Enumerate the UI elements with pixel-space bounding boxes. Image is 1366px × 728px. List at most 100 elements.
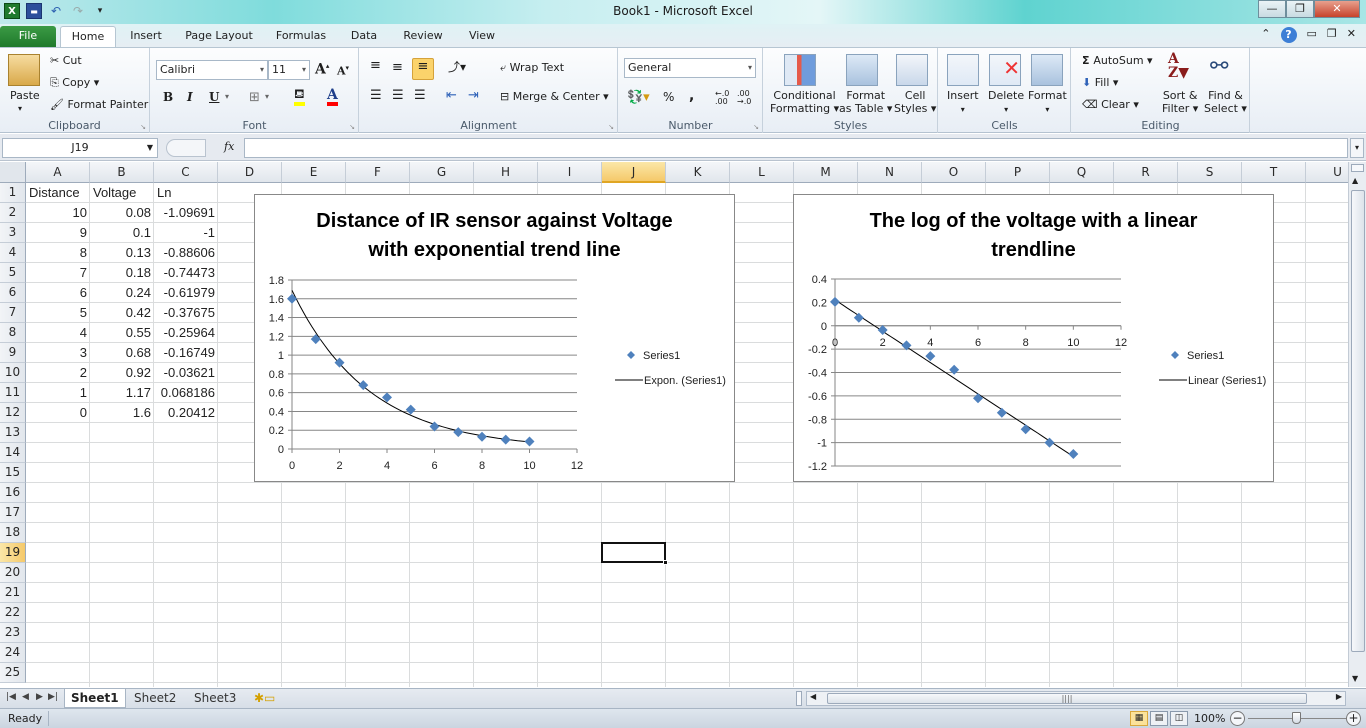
- workbook-restore-icon[interactable]: ❐: [1327, 27, 1337, 43]
- paste-dropdown-icon[interactable]: ▾: [18, 104, 22, 113]
- clipboard-launcher-icon[interactable]: ↘: [140, 123, 146, 131]
- bold-button[interactable]: B: [163, 90, 173, 104]
- delete-cells-icon[interactable]: ✕: [989, 54, 1021, 86]
- page-layout-view-button[interactable]: ▤: [1150, 711, 1168, 726]
- comma-button[interactable]: ,: [689, 88, 694, 104]
- first-sheet-icon[interactable]: |◀: [6, 692, 16, 702]
- table-cell[interactable]: -0.37675: [154, 303, 218, 323]
- insert-function-button[interactable]: fx: [224, 140, 234, 153]
- alignment-launcher-icon[interactable]: ↘: [608, 123, 614, 131]
- zoom-level[interactable]: 100%: [1194, 712, 1225, 725]
- format-cells-icon[interactable]: [1031, 54, 1063, 86]
- column-header-g[interactable]: G: [410, 162, 474, 183]
- row-header-12[interactable]: 12: [0, 403, 26, 423]
- row-header-8[interactable]: 8: [0, 323, 26, 343]
- table-cell[interactable]: 0.24: [90, 283, 154, 303]
- row-header-14[interactable]: 14: [0, 443, 26, 463]
- percent-button[interactable]: %: [663, 90, 674, 104]
- row-header-6[interactable]: 6: [0, 283, 26, 303]
- borders-icon[interactable]: ⊞: [249, 90, 260, 105]
- font-launcher-icon[interactable]: ↘: [349, 123, 355, 131]
- underline-button[interactable]: U: [209, 90, 219, 104]
- tab-view[interactable]: View: [460, 26, 504, 47]
- help-icon[interactable]: ?: [1280, 27, 1297, 43]
- binoculars-icon[interactable]: ⚯: [1210, 54, 1228, 79]
- column-header-h[interactable]: H: [474, 162, 538, 183]
- formula-bar-splitter[interactable]: [166, 139, 206, 157]
- number-launcher-icon[interactable]: ↘: [753, 123, 759, 131]
- workbook-close-icon[interactable]: ✕: [1347, 27, 1356, 43]
- table-cell[interactable]: -0.16749: [154, 343, 218, 363]
- column-header-i[interactable]: I: [538, 162, 602, 183]
- decrease-indent-icon[interactable]: ⇤: [446, 88, 457, 103]
- fill-color-icon[interactable]: ⛾: [294, 88, 305, 106]
- row-header-3[interactable]: 3: [0, 223, 26, 243]
- table-cell[interactable]: 2: [26, 363, 90, 383]
- row-header-13[interactable]: 13: [0, 423, 26, 443]
- row-header-17[interactable]: 17: [0, 503, 26, 523]
- sheet-tab-sheet2[interactable]: Sheet2: [128, 689, 182, 708]
- table-cell[interactable]: 4: [26, 323, 90, 343]
- select-all-button[interactable]: [0, 162, 26, 183]
- zoom-out-button[interactable]: −: [1230, 711, 1245, 726]
- table-cell[interactable]: 0: [26, 403, 90, 423]
- merge-center-button[interactable]: ⊟ Merge & Center ▾: [500, 90, 609, 103]
- table-cell[interactable]: -0.88606: [154, 243, 218, 263]
- table-cell[interactable]: -0.25964: [154, 323, 218, 343]
- row-header-19[interactable]: 19: [0, 543, 26, 563]
- italic-button[interactable]: I: [187, 90, 193, 104]
- horizontal-scroll-thumb[interactable]: ||||: [827, 693, 1307, 704]
- row-header-5[interactable]: 5: [0, 263, 26, 283]
- column-header-b[interactable]: B: [90, 162, 154, 183]
- scroll-left-icon[interactable]: ◀: [810, 692, 816, 701]
- minimize-button[interactable]: —: [1258, 0, 1286, 18]
- accounting-format-icon[interactable]: 💱▾: [627, 90, 650, 105]
- row-header-9[interactable]: 9: [0, 343, 26, 363]
- table-cell[interactable]: -0.03621: [154, 363, 218, 383]
- column-header-t[interactable]: T: [1242, 162, 1306, 183]
- last-sheet-icon[interactable]: ▶|: [48, 692, 58, 702]
- column-header-j[interactable]: J: [602, 162, 666, 183]
- table-cell[interactable]: -0.74473: [154, 263, 218, 283]
- active-cell-selection[interactable]: [601, 542, 668, 565]
- insert-sheet-icon[interactable]: ✱▭: [248, 689, 281, 708]
- row-header-23[interactable]: 23: [0, 623, 26, 643]
- column-header-u[interactable]: U: [1306, 162, 1348, 183]
- format-as-table-button[interactable]: Format as Table ▾: [839, 89, 892, 115]
- row-header-7[interactable]: 7: [0, 303, 26, 323]
- zoom-slider-thumb[interactable]: [1292, 712, 1301, 724]
- borders-dropdown-icon[interactable]: ▾: [265, 92, 269, 101]
- column-header-l[interactable]: L: [730, 162, 794, 183]
- shrink-font-button[interactable]: A▾: [337, 63, 349, 78]
- column-header-s[interactable]: S: [1178, 162, 1242, 183]
- cell-styles-icon[interactable]: [896, 54, 928, 86]
- restore-button[interactable]: ❐: [1286, 0, 1314, 18]
- table-cell[interactable]: 0.068186: [154, 383, 218, 403]
- chart-1[interactable]: Distance of IR sensor against Voltage wit…: [254, 194, 735, 482]
- row-header-16[interactable]: 16: [0, 483, 26, 503]
- tab-split-handle[interactable]: [796, 691, 802, 706]
- table-cell[interactable]: 0.1: [90, 223, 154, 243]
- table-header-cell[interactable]: Distance: [26, 183, 90, 203]
- align-top-icon[interactable]: ≡: [370, 58, 381, 73]
- paste-button[interactable]: Paste: [10, 89, 40, 102]
- conditional-formatting-icon[interactable]: [784, 54, 816, 86]
- table-cell[interactable]: 6: [26, 283, 90, 303]
- table-cell[interactable]: 0.18: [90, 263, 154, 283]
- name-box[interactable]: J19 ▼: [2, 138, 158, 158]
- table-cell[interactable]: 9: [26, 223, 90, 243]
- row-header-22[interactable]: 22: [0, 603, 26, 623]
- split-box[interactable]: [1351, 164, 1364, 172]
- table-cell[interactable]: 0.55: [90, 323, 154, 343]
- clear-button[interactable]: ⌫ Clear ▾: [1082, 98, 1139, 111]
- row-header-4[interactable]: 4: [0, 243, 26, 263]
- cell-styles-button[interactable]: Cell Styles ▾: [894, 89, 936, 115]
- tab-page-layout[interactable]: Page Layout: [180, 26, 258, 47]
- increase-decimal-button[interactable]: ←.0 .00: [715, 90, 737, 106]
- column-header-e[interactable]: E: [282, 162, 346, 183]
- prev-sheet-icon[interactable]: ◀: [22, 692, 29, 702]
- row-header-21[interactable]: 21: [0, 583, 26, 603]
- next-sheet-icon[interactable]: ▶: [36, 692, 43, 702]
- column-header-d[interactable]: D: [218, 162, 282, 183]
- tab-home[interactable]: Home: [60, 26, 116, 47]
